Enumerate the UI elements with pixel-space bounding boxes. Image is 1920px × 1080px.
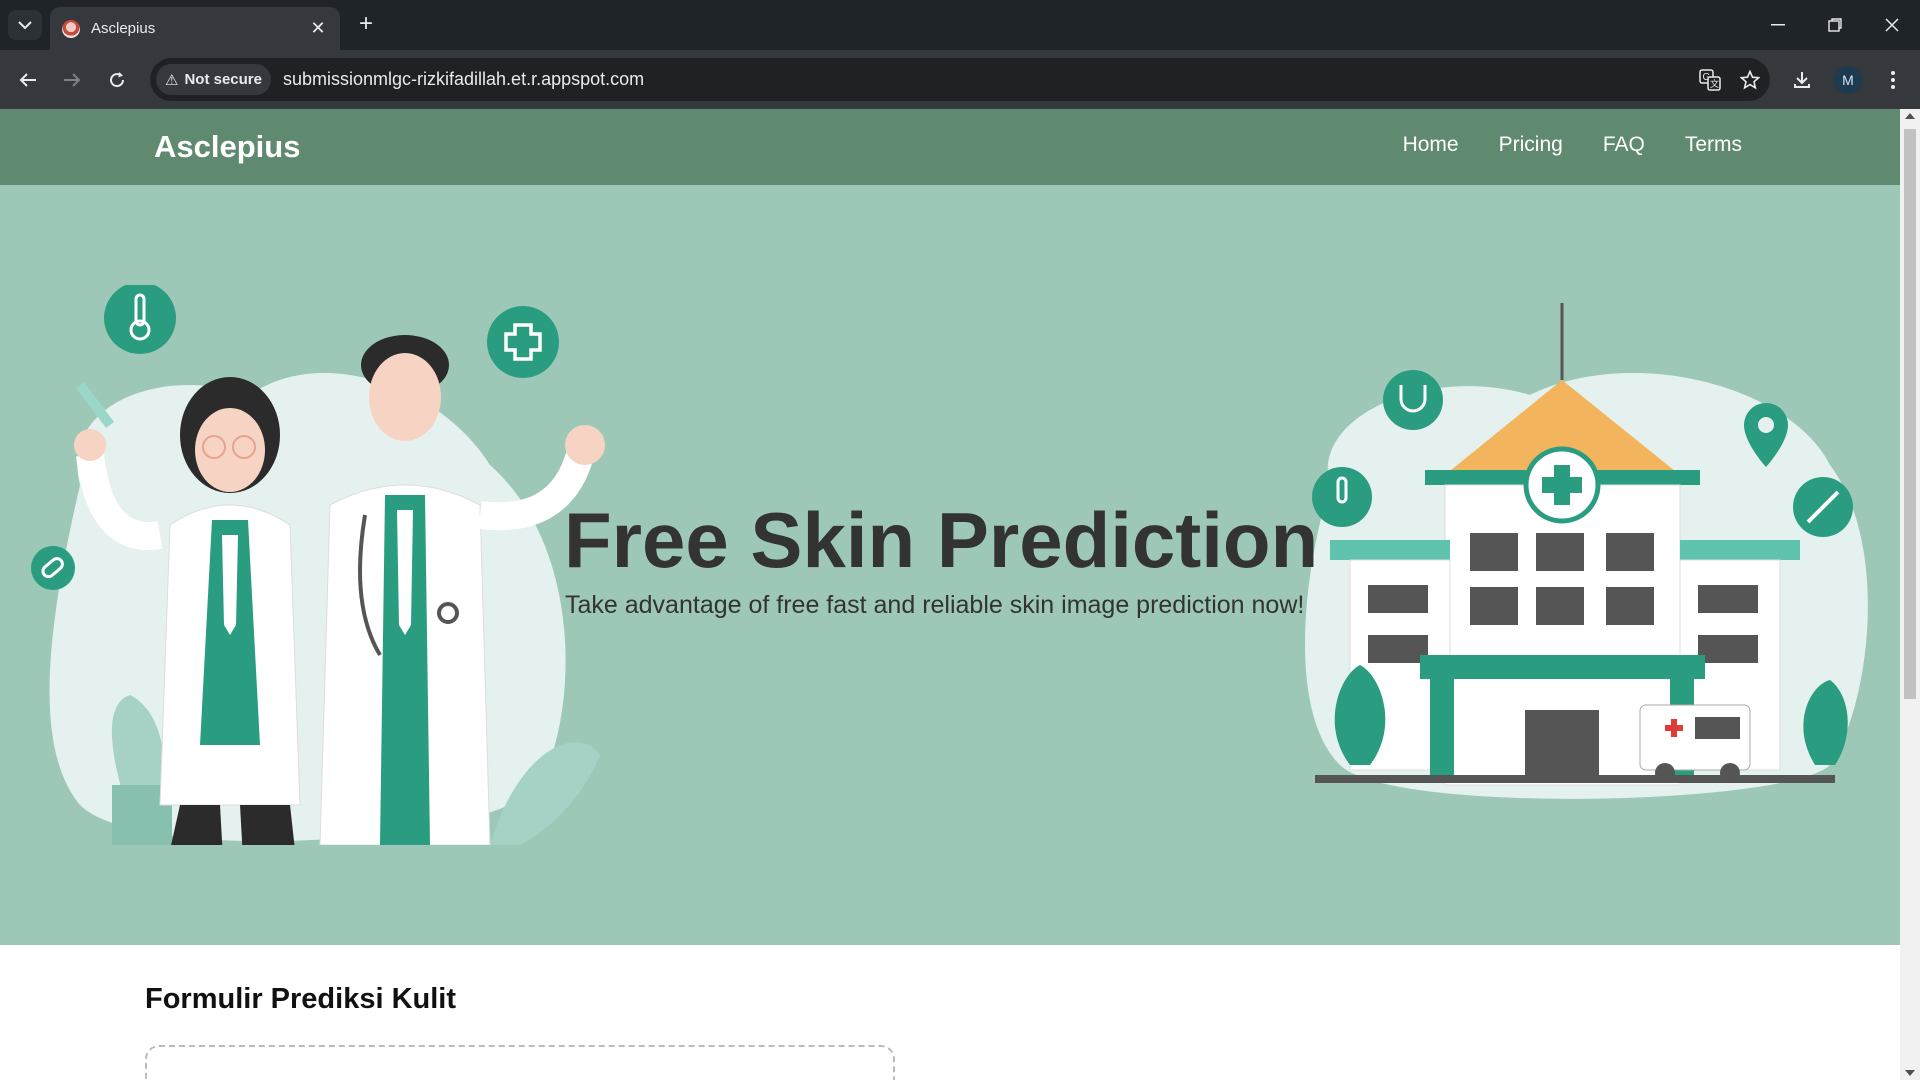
pill-icon xyxy=(31,546,75,590)
close-icon xyxy=(1884,18,1899,32)
address-bar[interactable]: ⚠ Not secure submissionmlgc-rizkifadilla… xyxy=(150,58,1770,101)
download-icon xyxy=(1794,72,1810,88)
not-secure-label: Not secure xyxy=(184,71,262,88)
more-vertical-icon xyxy=(1891,71,1895,89)
form-title: Formulir Prediksi Kulit xyxy=(145,983,456,1015)
minimize-icon xyxy=(1770,24,1785,26)
restore-icon xyxy=(1827,18,1842,32)
scroll-up-icon[interactable] xyxy=(1905,113,1915,119)
profile-button[interactable]: M xyxy=(1828,60,1868,100)
hospital-illustration xyxy=(1305,303,1868,799)
browser-tab-strip: Asclepius ✕ + xyxy=(0,0,1920,50)
downloads-button[interactable] xyxy=(1782,60,1822,100)
close-tab-icon[interactable]: ✕ xyxy=(308,18,328,39)
image-upload-dropzone[interactable] xyxy=(145,1045,895,1080)
hero-section: Free Skin Prediction Take advantage of f… xyxy=(0,185,1900,945)
tab-search-button[interactable] xyxy=(8,10,42,40)
favicon-icon xyxy=(62,19,80,38)
tab-title: Asclepius xyxy=(91,20,156,37)
back-arrow-icon xyxy=(19,73,36,87)
scrollbar-thumb[interactable] xyxy=(1904,129,1916,699)
hero-title: Free Skin Prediction xyxy=(564,496,1319,584)
window-controls xyxy=(1749,0,1920,50)
avatar: M xyxy=(1834,66,1862,94)
nav-link-home[interactable]: Home xyxy=(1403,133,1459,157)
nav-link-faq[interactable]: FAQ xyxy=(1603,133,1645,157)
bookmark-star-icon[interactable] xyxy=(1730,60,1770,100)
site-brand[interactable]: Asclepius xyxy=(154,129,300,165)
forward-arrow-icon xyxy=(64,73,81,87)
warning-icon: ⚠ xyxy=(165,71,179,89)
hero-subtitle: Take advantage of free fast and reliable… xyxy=(565,591,1305,619)
url-text[interactable]: submissionmlgc-rizkifadillah.et.r.appspo… xyxy=(283,69,1690,90)
browser-menu-button[interactable] xyxy=(1873,60,1913,100)
translate-icon[interactable]: G文 xyxy=(1690,60,1730,100)
forward-button[interactable] xyxy=(56,64,88,96)
browser-toolbar: ⚠ Not secure submissionmlgc-rizkifadilla… xyxy=(0,50,1920,109)
nav-link-pricing[interactable]: Pricing xyxy=(1499,133,1563,157)
svg-text:文: 文 xyxy=(1710,78,1719,90)
thermometer-icon xyxy=(1312,467,1372,527)
minimize-button[interactable] xyxy=(1749,0,1806,50)
site-nav-links: Home Pricing FAQ Terms xyxy=(1403,133,1742,157)
reload-button[interactable] xyxy=(101,64,133,96)
prediction-form-section: Formulir Prediksi Kulit xyxy=(0,945,1900,1080)
stethoscope-icon xyxy=(1383,370,1443,430)
site-info-chip[interactable]: ⚠ Not secure xyxy=(156,64,271,95)
browser-tab[interactable]: Asclepius ✕ xyxy=(50,7,340,50)
page-scrollbar[interactable] xyxy=(1900,109,1920,1080)
restore-button[interactable] xyxy=(1806,0,1863,50)
reload-icon xyxy=(110,72,125,88)
plus-icon xyxy=(487,306,559,378)
site-navbar: Asclepius Home Pricing FAQ Terms xyxy=(0,109,1900,185)
close-window-button[interactable] xyxy=(1863,0,1920,50)
back-button[interactable] xyxy=(12,64,44,96)
scroll-down-icon[interactable] xyxy=(1905,1070,1915,1076)
nav-link-terms[interactable]: Terms xyxy=(1685,133,1742,157)
chevron-down-icon xyxy=(18,21,32,30)
page-viewport: Asclepius Home Pricing FAQ Terms Free Sk… xyxy=(0,109,1900,1080)
new-tab-button[interactable]: + xyxy=(352,11,380,39)
